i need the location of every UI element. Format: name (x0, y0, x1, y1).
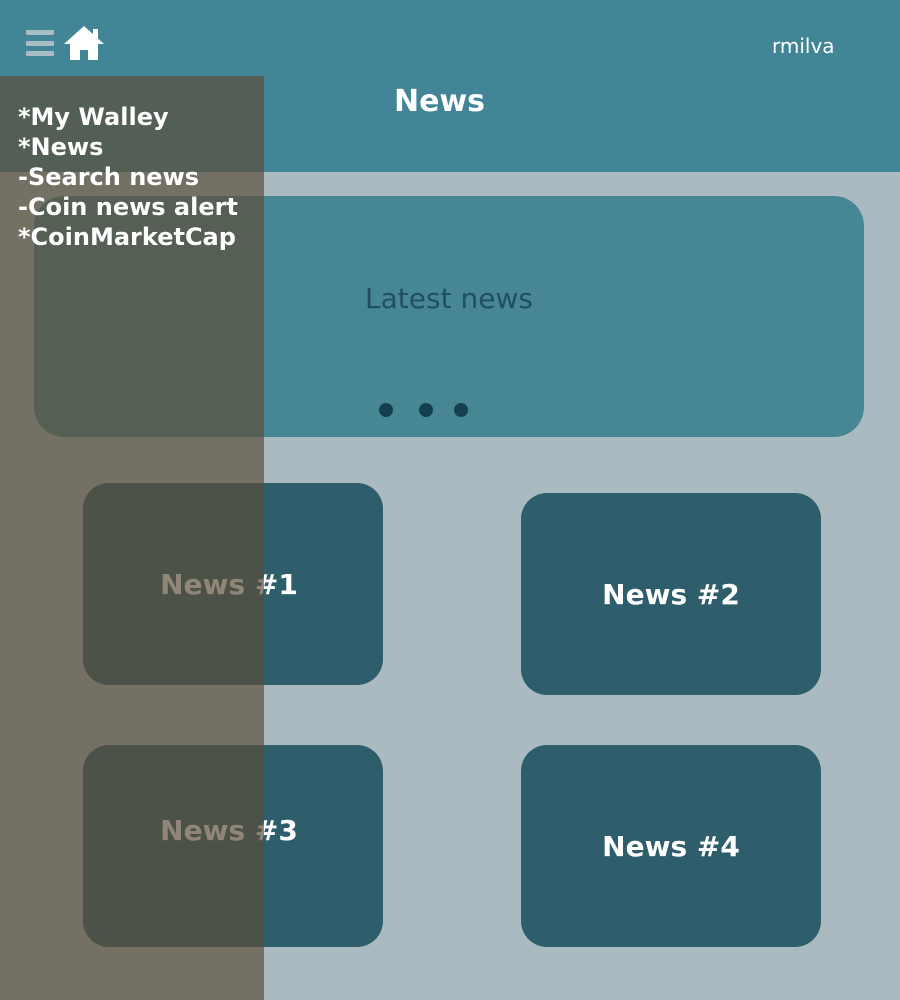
carousel-dots (379, 403, 474, 417)
menu-line (26, 30, 54, 35)
news-card-label: News #2 (602, 577, 740, 611)
username-label[interactable]: rmilva (772, 34, 835, 58)
menu-line (26, 40, 54, 46)
side-menu-list: *My Walley *News -Search news -Coin news… (18, 102, 238, 252)
news-card-2[interactable]: News #2 (521, 493, 821, 695)
menu-item-search-news[interactable]: -Search news (18, 162, 238, 192)
carousel-dot[interactable] (379, 403, 393, 417)
menu-item-coin-news-alert[interactable]: -Coin news alert (18, 192, 238, 222)
hamburger-menu-icon[interactable] (26, 30, 54, 56)
menu-item-my-walley[interactable]: *My Walley (18, 102, 238, 132)
menu-item-coinmarketcap[interactable]: *CoinMarketCap (18, 222, 238, 252)
home-icon[interactable] (62, 24, 106, 62)
carousel-dot[interactable] (419, 403, 433, 417)
side-menu-overlay: *My Walley *News -Search news -Coin news… (0, 76, 264, 1000)
news-card-4[interactable]: News #4 (521, 745, 821, 947)
menu-item-news[interactable]: *News (18, 132, 238, 162)
page-title: News (394, 84, 486, 119)
news-card-label: News #4 (602, 829, 740, 863)
carousel-dot[interactable] (454, 403, 468, 417)
menu-line (26, 51, 54, 56)
